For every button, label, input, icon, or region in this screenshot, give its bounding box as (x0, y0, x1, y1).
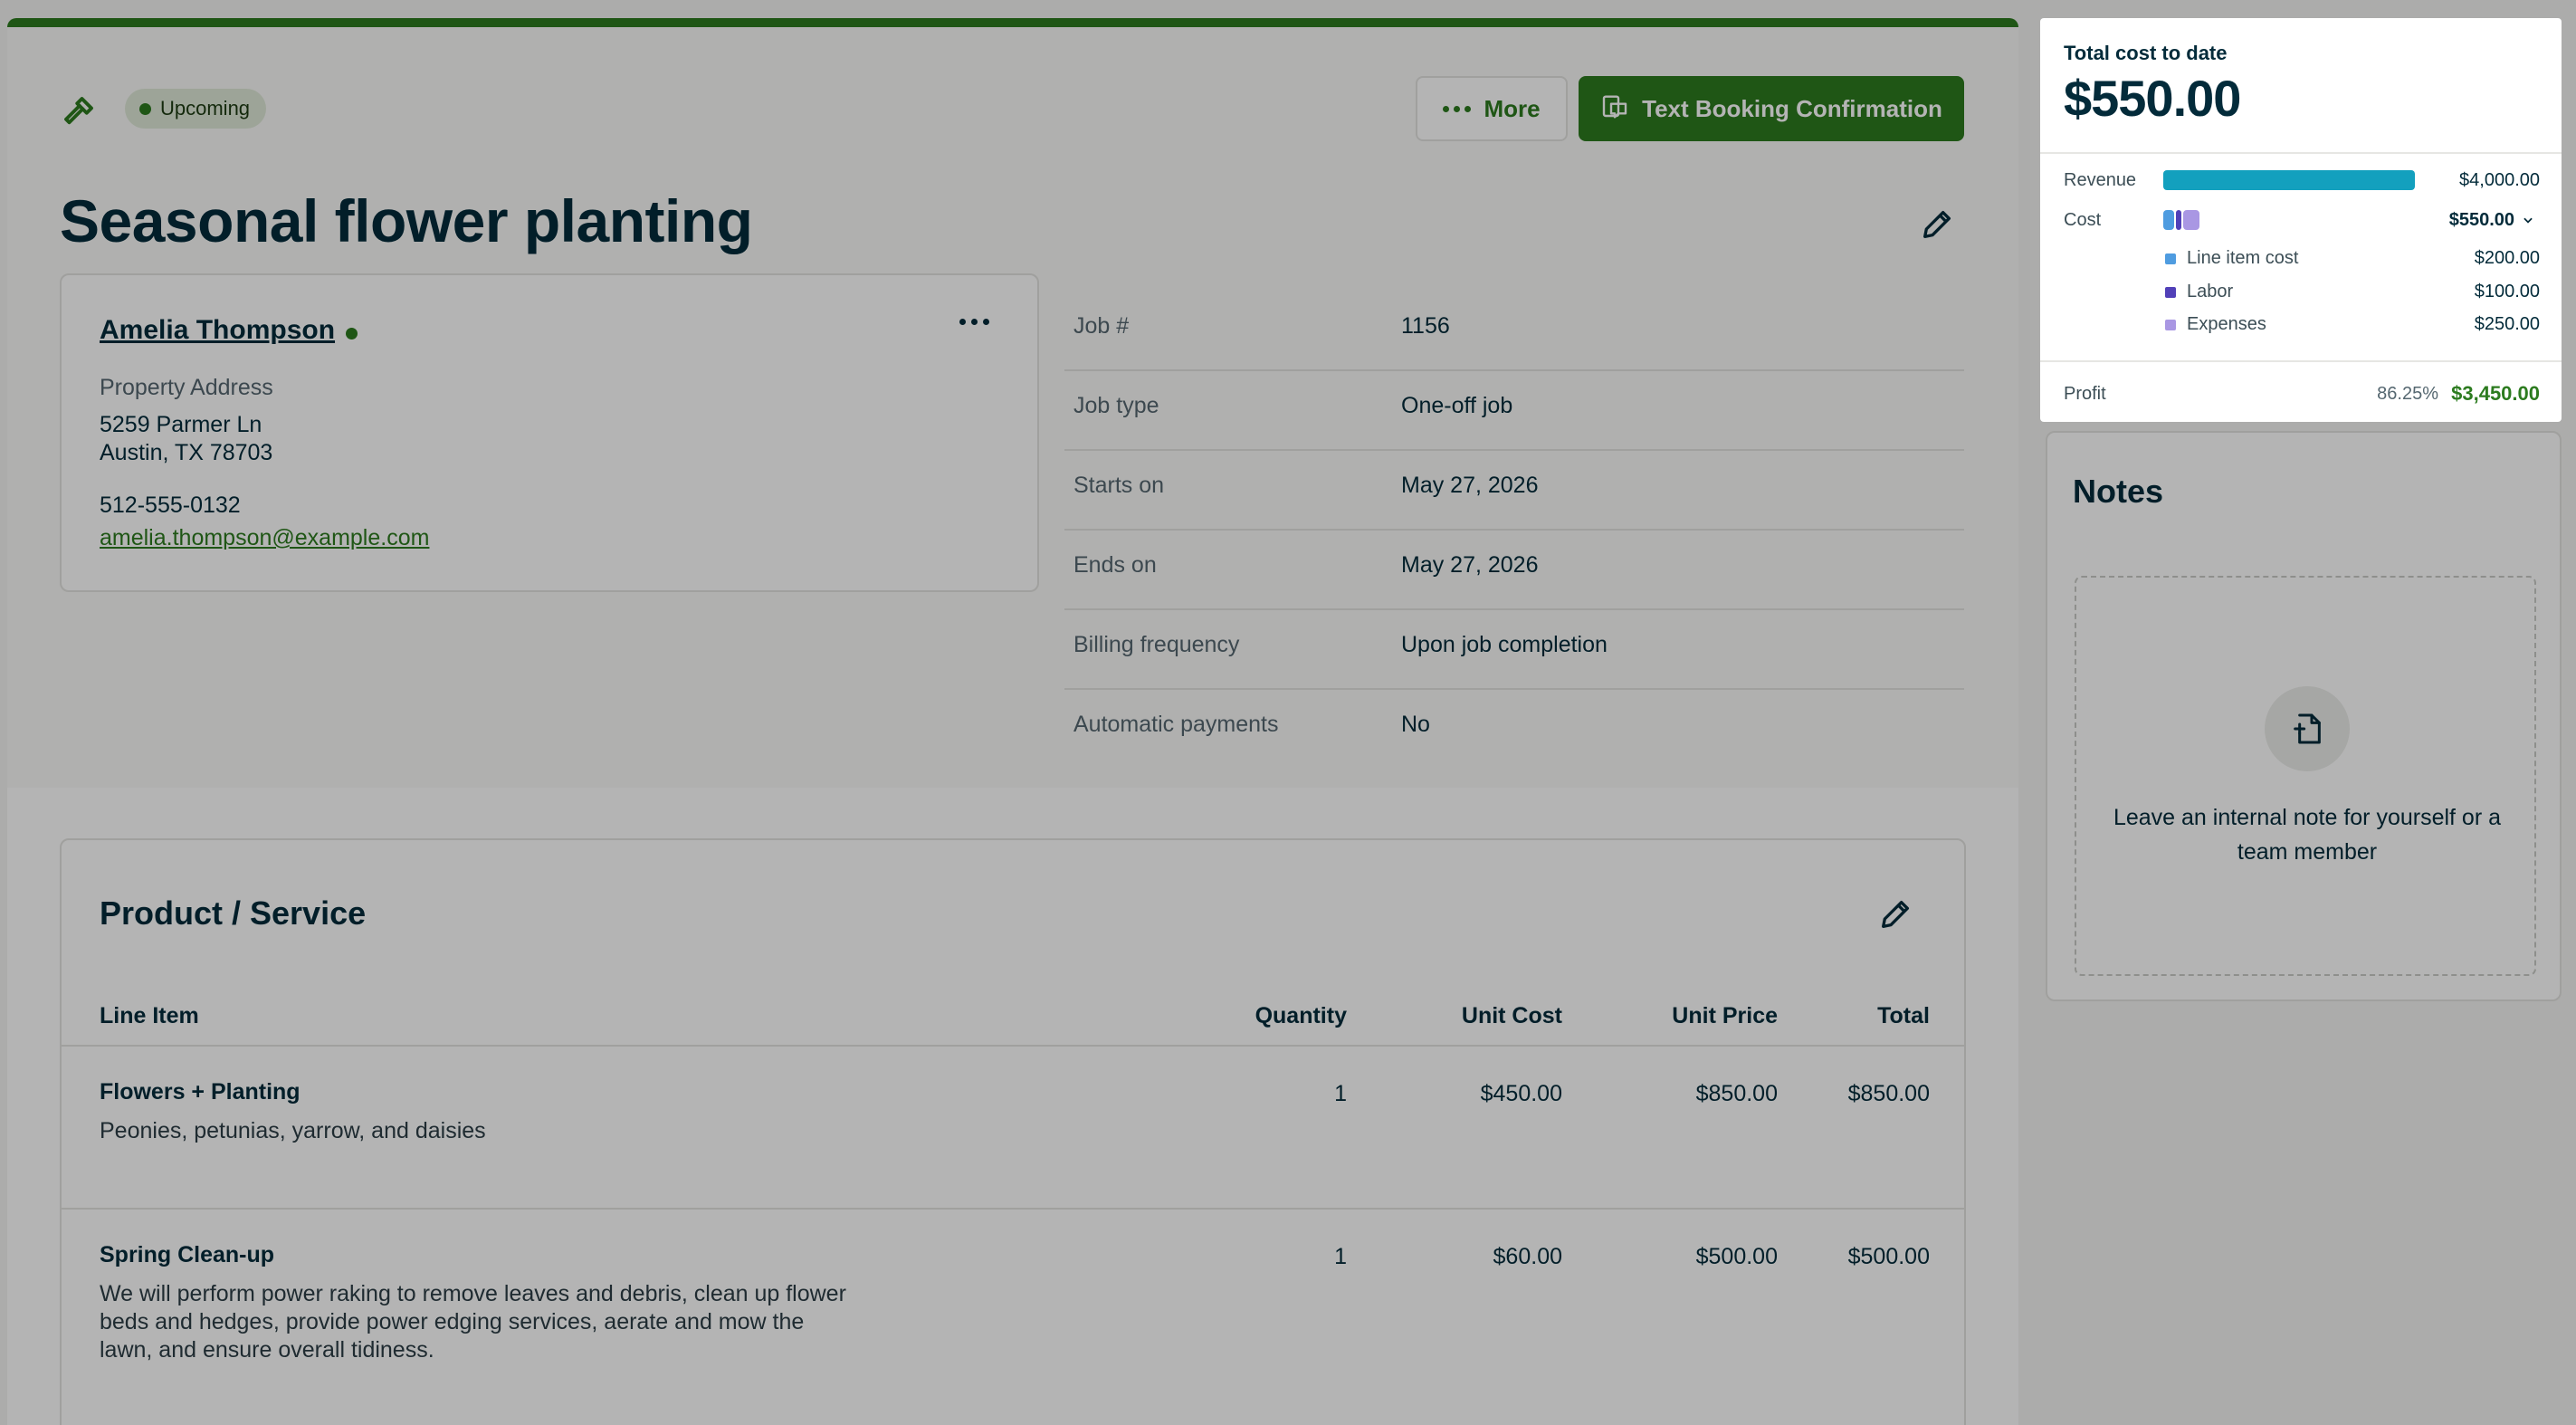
line-item-description: Peonies, petunias, yarrow, and daisies (100, 1118, 486, 1143)
notes-card: Notes Leave an internal note for yoursel… (2046, 431, 2562, 1001)
breakdown-label: Line item cost (2187, 248, 2299, 268)
text-booking-confirmation-button[interactable]: Text Booking Confirmation (1579, 76, 1964, 141)
detail-value: Upon job completion (1401, 632, 1608, 657)
add-note-dropzone[interactable]: Leave an internal note for yourself or a… (2075, 576, 2536, 976)
detail-label: Automatic payments (1073, 712, 1279, 737)
legend-dot-expenses (2165, 320, 2176, 330)
table-row[interactable]: Flowers + Planting Peonies, petunias, ya… (62, 1048, 1964, 1210)
detail-row-ends-on: Ends on May 27, 2026 (1064, 531, 1964, 610)
address-line-2: Austin, TX 78703 (100, 440, 273, 465)
divider (2040, 152, 2562, 154)
detail-value: No (1401, 712, 1430, 737)
line-item-name: Flowers + Planting (100, 1079, 301, 1105)
detail-row-automatic-payments: Automatic payments No (1064, 690, 1964, 768)
cost-label: Cost (2064, 210, 2102, 230)
hammer-icon (64, 97, 93, 125)
detail-value: May 27, 2026 (1401, 552, 1539, 578)
cost-bar-line-item (2163, 210, 2174, 230)
job-overview-panel: Upcoming More Text Booking Confirmation … (7, 18, 2018, 1425)
property-address: 5259 Parmer Ln Austin, TX 78703 (100, 411, 272, 467)
detail-value: One-off job (1401, 393, 1513, 418)
column-header-quantity: Quantity (1255, 1003, 1347, 1028)
status-top-bar (7, 18, 2018, 27)
line-item-total: $500.00 (1847, 1244, 1930, 1269)
detail-label: Job type (1073, 393, 1159, 418)
line-item-name: Spring Clean-up (100, 1242, 275, 1267)
legend-dot-line-item (2165, 253, 2176, 264)
page-title: Seasonal flower planting (60, 187, 753, 254)
add-note-icon-wrapper (2265, 686, 2350, 771)
client-card: Amelia Thompson Property Address 5259 Pa… (60, 273, 1039, 592)
total-cost-value: $550.00 (2064, 70, 2241, 127)
cost-bar-expenses (2183, 210, 2199, 230)
pencil-icon[interactable] (1877, 896, 1913, 932)
column-header-unit-cost: Unit Cost (1461, 1003, 1562, 1028)
breakdown-value: $250.00 (2474, 314, 2540, 334)
client-email-link[interactable]: amelia.thompson@example.com (100, 525, 429, 551)
revenue-bar (2163, 170, 2415, 190)
detail-row-billing-frequency: Billing frequency Upon job completion (1064, 610, 1964, 690)
text-booking-label: Text Booking Confirmation (1642, 94, 1942, 122)
status-dot (139, 102, 151, 115)
text-message-icon (1602, 95, 1627, 119)
detail-value: May 27, 2026 (1401, 473, 1539, 498)
client-phone: 512-555-0132 (100, 493, 241, 518)
profit-label: Profit (2064, 384, 2106, 404)
add-note-icon (2294, 713, 2321, 744)
line-items-table-header: Line Item Quantity Unit Cost Unit Price … (62, 990, 1964, 1047)
table-row[interactable]: Spring Clean-up We will perform power ra… (62, 1211, 1964, 1425)
cost-bar-labor (2176, 210, 2181, 230)
job-details-list: Job # 1156 Job type One-off job Starts o… (1064, 292, 1964, 768)
breakdown-value: $100.00 (2474, 282, 2540, 301)
detail-label: Billing frequency (1073, 632, 1240, 657)
line-item-unit-cost: $60.00 (1493, 1244, 1562, 1269)
cost-summary-card: Total cost to date $550.00 Revenue $4,00… (2040, 18, 2562, 422)
line-item-total: $850.00 (1847, 1081, 1930, 1106)
status-badge: Upcoming (125, 89, 267, 129)
detail-row-starts-on: Starts on May 27, 2026 (1064, 451, 1964, 531)
line-item-unit-price: $500.00 (1695, 1244, 1778, 1269)
revenue-value: $4,000.00 (2459, 170, 2540, 190)
line-item-unit-price: $850.00 (1695, 1081, 1778, 1106)
detail-label: Ends on (1073, 552, 1157, 578)
ellipsis-icon (1443, 105, 1472, 112)
line-item-quantity: 1 (1334, 1244, 1347, 1269)
line-item-description: We will perform power raking to remove l… (100, 1281, 846, 1363)
detail-row-job-type: Job type One-off job (1064, 371, 1964, 451)
status-label: Upcoming (160, 97, 251, 120)
detail-label: Job # (1073, 313, 1130, 339)
column-header-line-item: Line Item (100, 1003, 199, 1028)
revenue-label: Revenue (2064, 170, 2137, 190)
column-header-unit-price: Unit Price (1672, 1003, 1778, 1028)
product-service-card: Product / Service Line Item Quantity Uni… (60, 838, 1966, 1425)
more-button[interactable]: More (1416, 76, 1568, 141)
cost-value: $550.00 (2448, 210, 2514, 230)
notes-empty-text: Leave an internal note for yourself or a… (2113, 805, 2502, 865)
notes-title: Notes (2073, 473, 2164, 510)
job-header-area: Upcoming More Text Booking Confirmation … (7, 27, 2018, 788)
property-address-label: Property Address (100, 375, 273, 400)
product-service-title: Product / Service (100, 894, 367, 932)
total-cost-label: Total cost to date (2064, 42, 2228, 64)
client-status-dot (346, 328, 358, 340)
detail-row-job-number: Job # 1156 (1064, 292, 1964, 371)
address-line-1: 5259 Parmer Ln (100, 412, 262, 437)
breakdown-value: $200.00 (2474, 248, 2540, 268)
line-item-unit-cost: $450.00 (1480, 1081, 1562, 1106)
line-item-quantity: 1 (1334, 1081, 1347, 1106)
breakdown-label: Expenses (2187, 314, 2266, 334)
divider (2040, 360, 2562, 362)
chevron-down-icon[interactable] (2522, 214, 2534, 226)
detail-label: Starts on (1073, 473, 1165, 498)
more-label: More (1484, 94, 1541, 122)
legend-dot-labor (2165, 287, 2176, 298)
breakdown-label: Labor (2187, 282, 2234, 301)
client-menu-ellipsis-icon[interactable] (959, 319, 989, 325)
client-name-link[interactable]: Amelia Thompson (100, 315, 335, 346)
profit-value: $3,450.00 (2451, 382, 2540, 405)
detail-value: 1156 (1401, 313, 1450, 339)
pencil-icon[interactable] (1919, 206, 1955, 243)
column-header-total: Total (1877, 1003, 1930, 1028)
